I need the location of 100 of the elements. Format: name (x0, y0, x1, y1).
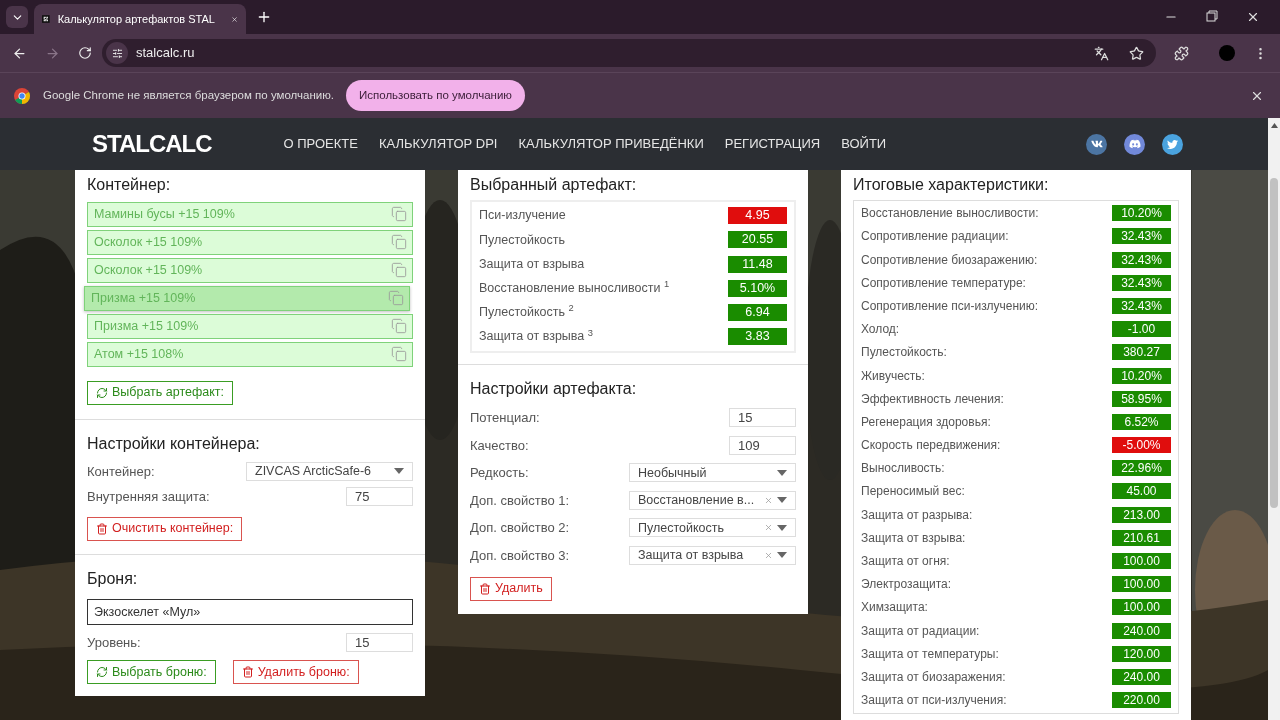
input-field[interactable]: 15 (729, 408, 796, 428)
favicon-icon (42, 12, 50, 26)
tab-title: Калькулятор артефактов STAL (57, 11, 215, 27)
infobar-message: Google Chrome не является браузером по умолчанию. (43, 87, 334, 103)
stat-name: Электрозащита: (861, 576, 952, 594)
scrollbar[interactable] (1268, 118, 1280, 720)
delete-button[interactable]: Удалить (470, 576, 552, 601)
section-title: Настройки артефакта: (470, 378, 638, 399)
select-field[interactable]: Пулестойкость (629, 518, 796, 538)
stat-name: Пулестойкость $^{2}$ (479, 303, 574, 322)
stat-value: 11.48 (728, 255, 787, 273)
trash-icon (479, 582, 491, 595)
stat-value: 100.00 (1112, 599, 1171, 616)
set-default-button[interactable]: Использовать по умолчанию (346, 80, 525, 111)
stat-name: Регенерация здоровья: (861, 413, 991, 431)
discord-icon[interactable] (1124, 133, 1146, 155)
input-field[interactable]: 75 (346, 487, 413, 507)
stat-name: Защита от огня: (861, 553, 950, 570)
field-label: Уровень: (87, 633, 141, 652)
stat-name: Пулестойкость (479, 231, 566, 249)
artifact-label: Призма +15 109% (91, 289, 196, 307)
field-label: Доп. свойство 3: (470, 546, 570, 565)
stat-name: Скорость передвижения: (861, 437, 1001, 455)
stat-name: Эффективность лечения: (861, 390, 1004, 408)
tab-list-button[interactable] (6, 6, 28, 28)
refresh-icon (96, 386, 108, 399)
stat-value: 5.10% (728, 279, 787, 297)
select-value: Необычный (638, 464, 708, 482)
scrollbar-thumb[interactable] (1270, 178, 1278, 508)
address-bar[interactable]: stalcalc.ru (102, 39, 1156, 67)
restore-icon[interactable] (1206, 10, 1218, 22)
stat-value: 100.00 (1112, 576, 1171, 593)
stat-value: -1.00 (1112, 321, 1171, 338)
stat-name: Сопротивление биозаражению: (861, 251, 1038, 269)
armor-field[interactable]: Экзоскелет «Мул» (87, 598, 413, 625)
stat-name: Сопротивление температуре: (861, 274, 1026, 292)
select-value: ZIVCAS ArcticSafe-6 (255, 462, 372, 480)
stat-name: Восстановление выносливости: (861, 205, 1039, 223)
stat-name: Восстановление выносливости $^{1}$ (479, 278, 670, 297)
artifact-label: Атом +15 108% (94, 345, 184, 363)
field-label: Контейнер: (87, 462, 155, 481)
stat-name: Выносливость: (861, 460, 945, 478)
stat-value: 120.00 (1112, 645, 1171, 662)
nav-link[interactable]: О ПРОЕКТЕ (283, 134, 358, 154)
stat-value: 32.43% (1112, 297, 1171, 314)
stat-value: 10.20% (1112, 367, 1171, 384)
new-tab-icon[interactable] (256, 9, 272, 25)
select-field[interactable]: Восстановление в... (629, 490, 796, 510)
nav-link[interactable]: ВОЙТИ (841, 134, 887, 154)
stat-value: 6.52% (1112, 413, 1171, 430)
browser-tab[interactable]: Калькулятор артефактов STAL (34, 4, 246, 34)
panel-title: Выбранный артефакт: (470, 176, 638, 194)
select-field[interactable]: Защита от взрыва (629, 545, 796, 565)
stat-name: Защита от разрыва: (861, 506, 973, 524)
select-button[interactable]: Выбрать броню: (87, 660, 216, 685)
panel-title: Контейнер: (87, 176, 172, 194)
translate-icon[interactable] (1094, 45, 1109, 61)
site-settings-button[interactable] (106, 42, 128, 64)
stat-value: 3.83 (728, 328, 787, 346)
field-label: Доп. свойство 2: (470, 519, 570, 538)
nav-link[interactable]: РЕГИСТРАЦИЯ (724, 134, 821, 154)
bookmark-icon[interactable] (1129, 45, 1144, 61)
select-field[interactable]: Необычный (629, 463, 796, 483)
input-field[interactable]: 15 (346, 632, 413, 652)
stat-value: 213.00 (1112, 506, 1171, 523)
chrome-logo-icon (14, 87, 30, 104)
refresh-icon (96, 666, 108, 679)
vk-icon[interactable] (1086, 133, 1108, 155)
stat-name: Сопротивление радиации: (861, 228, 1009, 246)
stat-value: 6.94 (728, 303, 787, 321)
twitter-icon[interactable] (1162, 133, 1184, 155)
panel-title: Итоговые характеристики: (853, 176, 1050, 194)
stat-value: 58.95% (1112, 390, 1171, 407)
stat-value: 100.00 (1112, 553, 1171, 569)
field-label: Доп. свойство 1: (470, 491, 570, 510)
scroll-up-icon[interactable] (1270, 123, 1278, 128)
stat-value: 32.43% (1112, 274, 1171, 291)
select-button[interactable]: Выбрать артефакт: (87, 380, 234, 405)
stat-value: 10.20% (1112, 205, 1171, 222)
reload-icon[interactable] (78, 46, 92, 60)
delete-button[interactable]: Удалить броню: (232, 660, 359, 685)
field-label: Внутренняя защита: (87, 488, 210, 507)
site-logo[interactable]: STALCALC (90, 130, 214, 158)
caret-icon (777, 469, 787, 476)
stat-value: 4.95 (728, 207, 787, 225)
nav-link[interactable]: КАЛЬКУЛЯТОР ПРИВЕДЁНКИ (518, 134, 704, 154)
stat-value: 32.43% (1112, 228, 1171, 245)
section-title: Настройки контейнера: (87, 433, 261, 454)
stat-name: Переносимый вес: (861, 483, 965, 501)
input-field[interactable]: 109 (729, 435, 796, 455)
select-field[interactable]: ZIVCAS ArcticSafe-6 (246, 461, 413, 481)
url-text: stalcalc.ru (136, 44, 196, 63)
forward-icon[interactable] (45, 45, 60, 61)
extensions-icon[interactable] (1174, 45, 1189, 61)
nav-link[interactable]: КАЛЬКУЛЯТОР DPI (378, 134, 498, 154)
back-icon[interactable] (12, 45, 27, 61)
delete-button[interactable]: Очистить контейнер: (87, 516, 243, 541)
stat-name: Сопротивление пси-излучению: (861, 297, 1039, 315)
close-window-icon[interactable] (1246, 10, 1260, 24)
stat-value: 380.27 (1112, 344, 1171, 361)
